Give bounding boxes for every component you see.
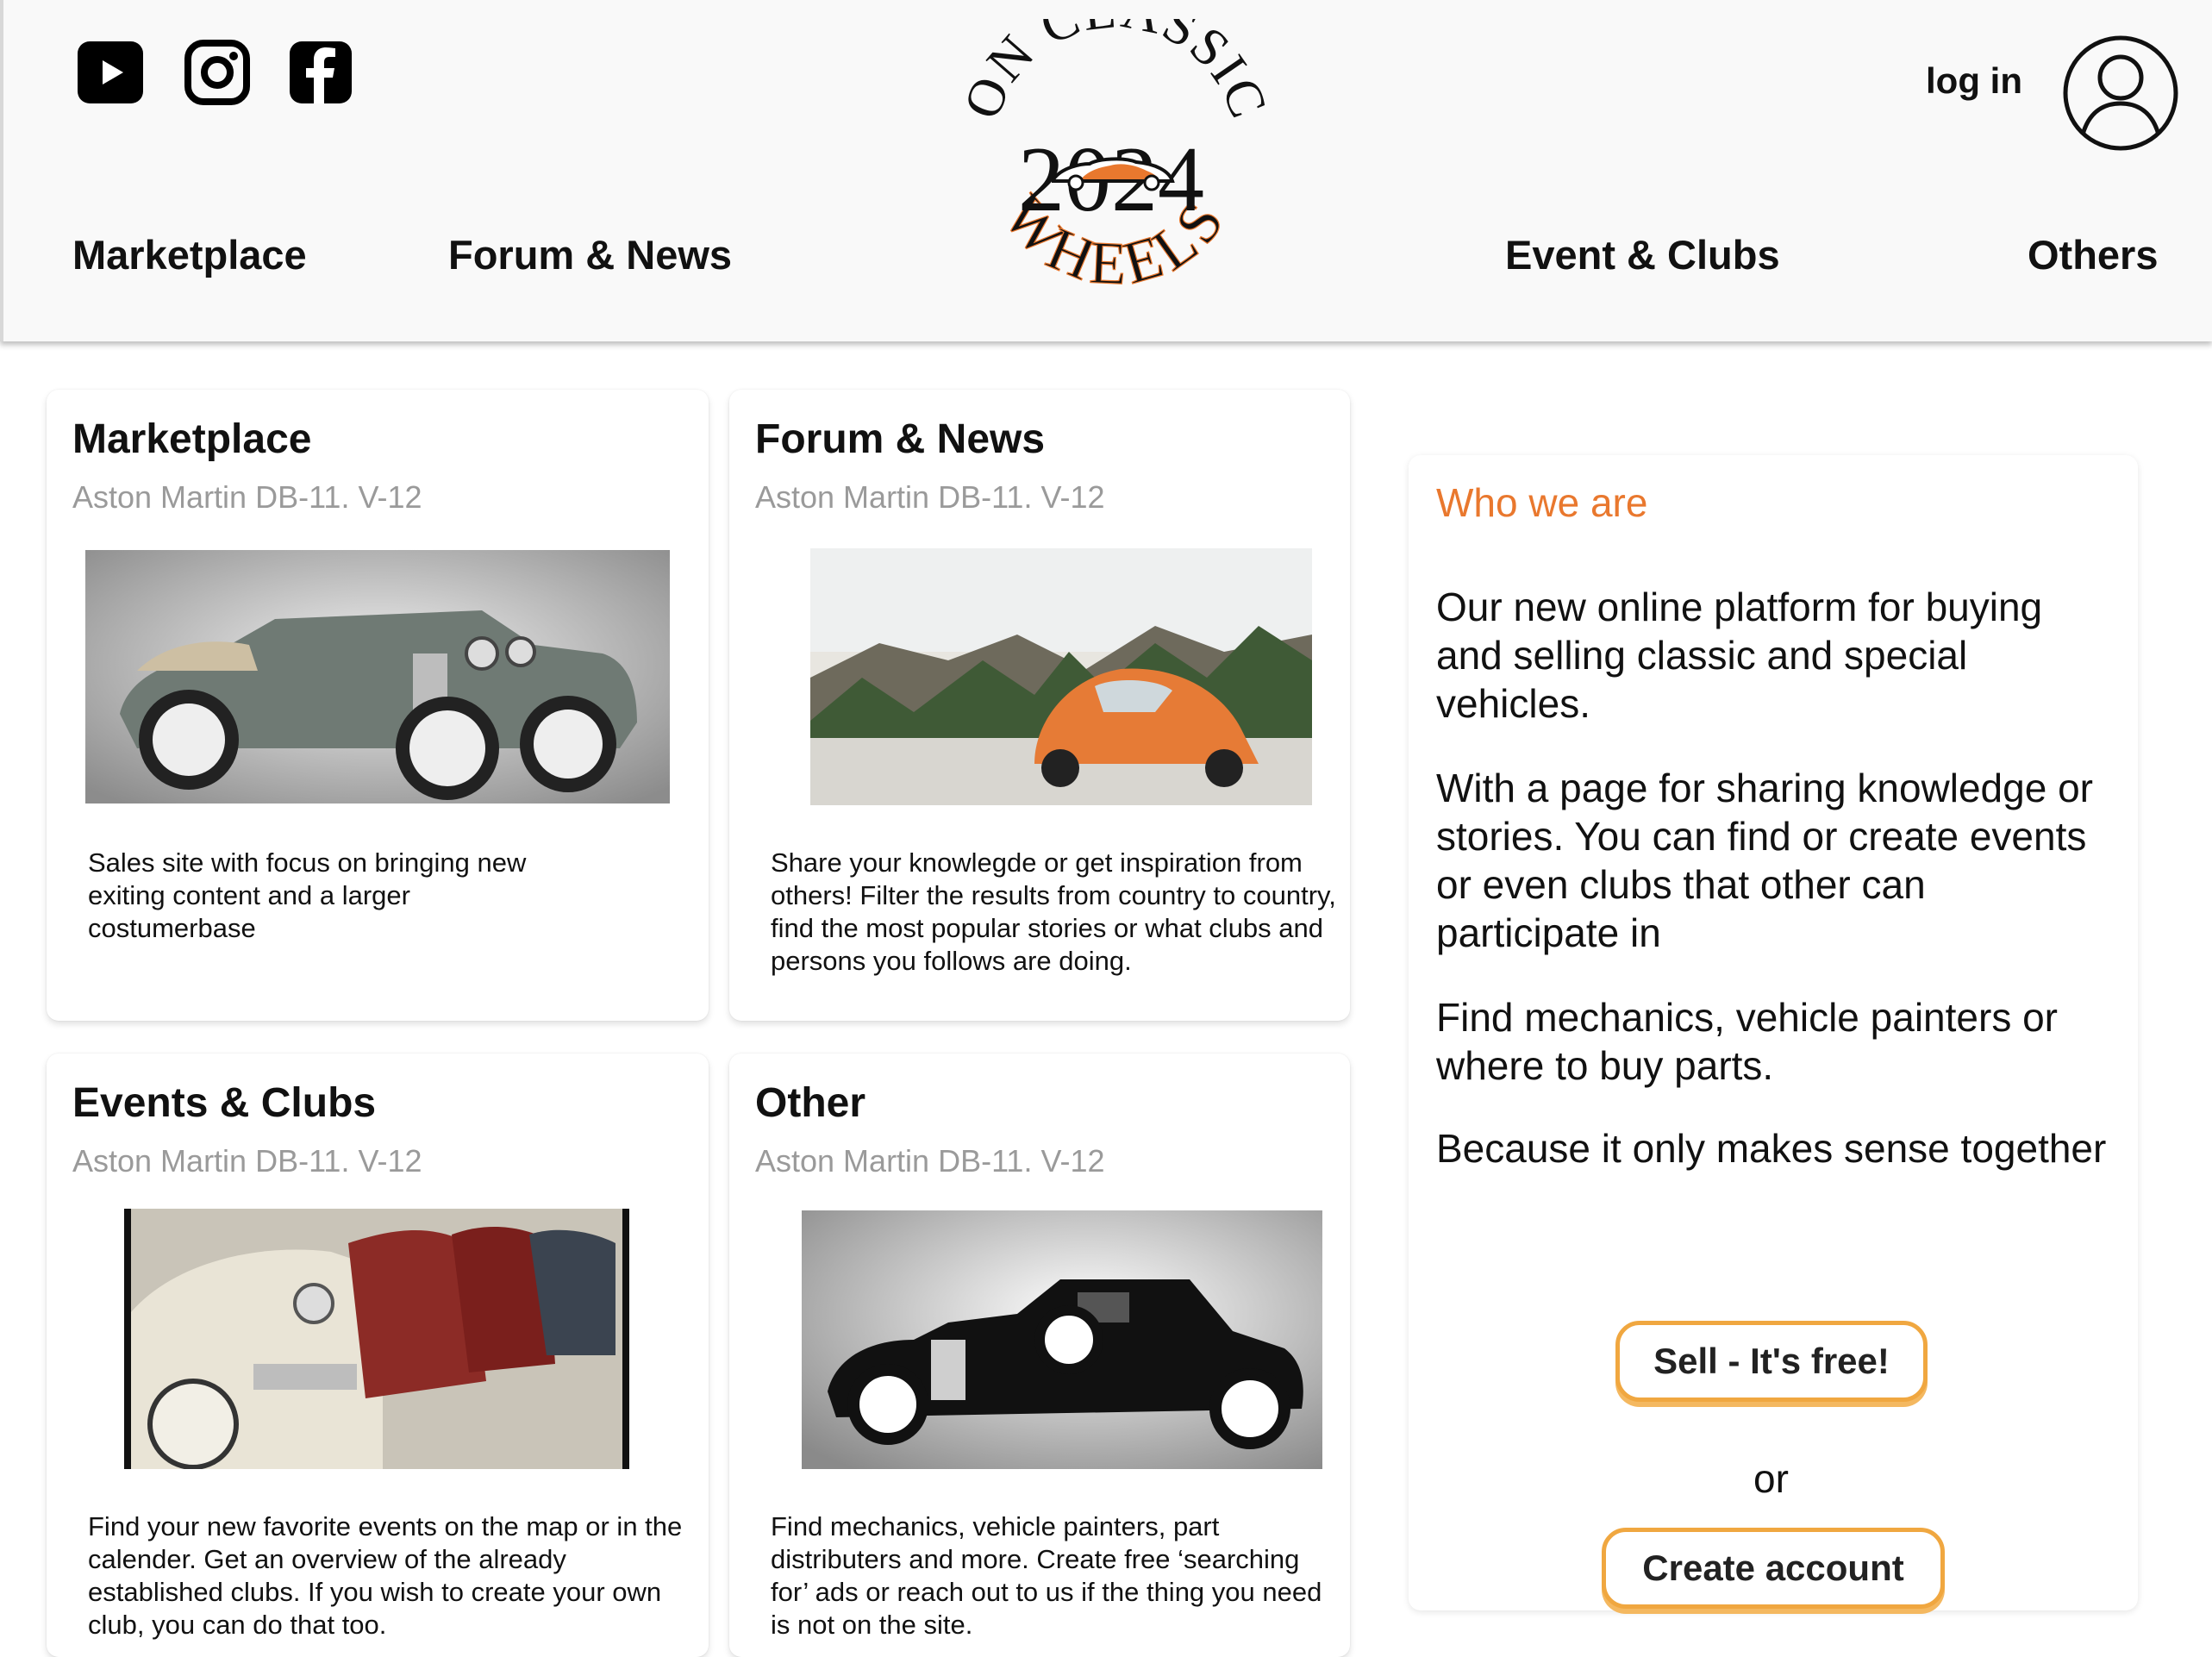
login-link[interactable]: log in (1926, 60, 2022, 102)
card-events-clubs[interactable]: Events & Clubs Aston Martin DB-11. V-12 … (47, 1054, 709, 1657)
sell-button[interactable]: Sell - It's free! (1615, 1321, 1928, 1402)
create-account-button[interactable]: Create account (1602, 1528, 1945, 1609)
card-subtitle: Aston Martin DB-11. V-12 (755, 479, 1105, 515)
site-header: ON CLASSIC WHEELS 2024 Marketplace Forum… (0, 0, 2212, 341)
card-title: Forum & News (755, 416, 1046, 462)
card-image-black-vintage-coupe (802, 1210, 1322, 1469)
panel-paragraph: Because it only makes sense together (1436, 1126, 2107, 1171)
about-panel: Who we are Our new online platform for b… (1409, 455, 2138, 1610)
svg-text:ON CLASSIC: ON CLASSIC (953, 19, 1271, 127)
youtube-icon[interactable] (76, 38, 145, 107)
card-description: Find mechanics, vehicle painters, part d… (771, 1511, 1322, 1640)
card-marketplace[interactable]: Marketplace Aston Martin DB-11. V-12 Sal… (47, 390, 709, 1021)
nav-others[interactable]: Others (2028, 231, 2159, 278)
panel-paragraph: Our new online platform for buying and s… (1436, 585, 2043, 726)
card-description: Share your knowlegde or get inspiration … (771, 847, 1336, 976)
panel-title: Who we are (1436, 480, 1648, 525)
card-other[interactable]: Other Aston Martin DB-11. V-12 Find mech… (729, 1054, 1350, 1657)
panel-paragraph: Find mechanics, vehicle painters or wher… (1436, 995, 2058, 1088)
panel-paragraph: With a page for sharing knowledge or sto… (1436, 766, 2093, 955)
card-description: Sales site with focus on bringing new ex… (88, 847, 527, 943)
nav-marketplace[interactable]: Marketplace (72, 231, 307, 278)
user-avatar-icon[interactable] (2060, 33, 2181, 153)
nav-events-clubs[interactable]: Event & Clubs (1505, 231, 1780, 278)
card-image-orange-beetle (810, 548, 1312, 805)
card-subtitle: Aston Martin DB-11. V-12 (72, 1143, 422, 1179)
card-description: Find your new favorite events on the map… (88, 1511, 683, 1640)
site-logo[interactable]: ON CLASSIC WHEELS 2024 (952, 0, 1277, 321)
nav-forum-news[interactable]: Forum & News (448, 231, 732, 278)
card-title: Other (755, 1080, 866, 1126)
card-title: Marketplace (72, 416, 312, 462)
card-subtitle: Aston Martin DB-11. V-12 (72, 479, 422, 515)
logo-top-text: ON CLASSIC (953, 0, 1277, 127)
card-title: Events & Clubs (72, 1080, 377, 1126)
card-image-row-of-classic-cars (124, 1209, 629, 1469)
card-image-vintage-convertible (85, 550, 670, 803)
card-subtitle: Aston Martin DB-11. V-12 (755, 1143, 1105, 1179)
facebook-icon[interactable] (286, 38, 355, 107)
instagram-icon[interactable] (183, 38, 252, 107)
or-label: or (1753, 1456, 1789, 1501)
card-forum-news[interactable]: Forum & News Aston Martin DB-11. V-12 Sh… (729, 390, 1350, 1021)
